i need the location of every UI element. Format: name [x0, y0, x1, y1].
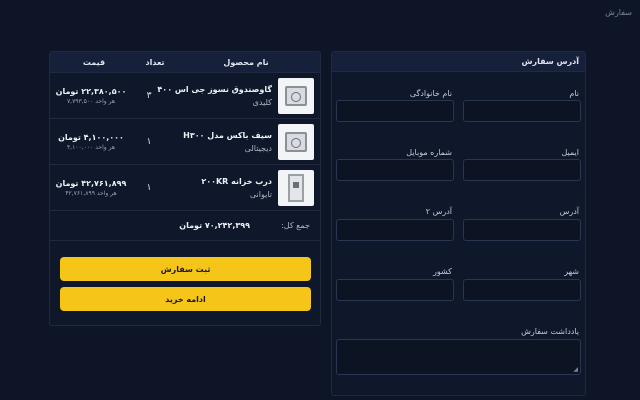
order-note-textarea[interactable]: ◢	[336, 339, 581, 375]
header-quantity: تعداد	[145, 57, 165, 67]
mobile-input[interactable]	[336, 159, 454, 181]
cart-row: سیف باکس مدل H۳۰۰ دیجیتالی ۱ ۴,۱۰۰,۰۰۰ ت…	[50, 119, 320, 165]
header-price: قیمت	[82, 57, 106, 67]
cart-row: درب خزانه ۲۰۰KR تایوانی ۱ ۴۲,۷۶۱,۸۹۹ توم…	[50, 165, 320, 211]
first-name-input[interactable]	[463, 100, 581, 122]
city-label: شهر	[564, 267, 579, 276]
last-name-input[interactable]	[336, 100, 454, 122]
email-label: ایمیل	[561, 148, 579, 157]
product-name[interactable]: گاوصندوق نسوز جی اس ۴۰۰	[157, 85, 272, 94]
header-product-name: نام محصول	[223, 57, 269, 67]
form-title: آدرس سفارش	[332, 52, 585, 72]
total-value: ۷۰,۲۴۲,۳۹۹ تومان	[179, 221, 250, 230]
product-total: ۴۲,۷۶۱,۸۹۹ تومان	[55, 178, 127, 188]
product-name[interactable]: درب خزانه ۲۰۰KR	[166, 177, 272, 186]
product-category: تایوانی	[249, 189, 272, 199]
cart-header: نام محصول تعداد قیمت	[50, 52, 320, 73]
product-quantity: ۳	[146, 90, 152, 101]
address2-label: آدرس ۲	[425, 207, 452, 216]
mobile-label: شماره موبایل	[406, 148, 452, 157]
address-input[interactable]	[463, 219, 581, 241]
first-name-label: نام	[569, 89, 579, 98]
country-label: کشور	[433, 267, 452, 276]
address2-input[interactable]	[336, 219, 454, 241]
product-total: ۴,۱۰۰,۰۰۰ تومان	[58, 132, 124, 142]
product-quantity: ۱	[146, 182, 152, 193]
email-input[interactable]	[463, 159, 581, 181]
product-unit-price: هر واحد ۴,۱۰۰,۰۰۰	[66, 143, 116, 151]
product-total: ۲۲,۳۸۰,۵۰۰ تومان	[55, 86, 127, 96]
product-category: کلیدی	[252, 97, 272, 107]
product-unit-price: هر واحد ۴۲,۷۶۱,۸۹۹	[65, 189, 117, 197]
address-label: آدرس	[559, 207, 579, 216]
total-label: جمع کل:	[281, 221, 310, 230]
page-tag: سفارش	[605, 8, 632, 17]
country-input[interactable]	[336, 279, 454, 301]
product-quantity: ۱	[146, 136, 152, 147]
product-category: دیجیتالی	[244, 143, 272, 153]
submit-order-button[interactable]: ثبت سفارش	[60, 257, 311, 281]
product-name[interactable]: سیف باکس مدل H۳۰۰	[166, 131, 272, 140]
vault-door-image[interactable]	[278, 169, 314, 206]
product-unit-price: هر واحد ۷,۷۹۳,۵۰۰	[66, 97, 116, 105]
cart-panel: نام محصول تعداد قیمت گاوصندوق نسوز جی اس…	[49, 51, 321, 326]
resize-handle-icon[interactable]: ◢	[573, 366, 578, 373]
address-form: آدرس سفارش نام نام خانوادگی ایمیل شماره …	[331, 51, 586, 396]
cart-total-row: جمع کل: ۷۰,۲۴۲,۳۹۹ تومان	[50, 211, 320, 241]
last-name-label: نام خانوادگی	[409, 89, 452, 98]
city-input[interactable]	[463, 279, 581, 301]
continue-shopping-button[interactable]: ادامه خرید	[60, 287, 311, 311]
safe-image[interactable]	[278, 77, 314, 114]
order-note-label: یادداشت سفارش	[521, 327, 579, 336]
safebox-image[interactable]	[278, 123, 314, 160]
cart-row: گاوصندوق نسوز جی اس ۴۰۰ کلیدی ۳ ۲۲,۳۸۰,۵…	[50, 73, 320, 119]
